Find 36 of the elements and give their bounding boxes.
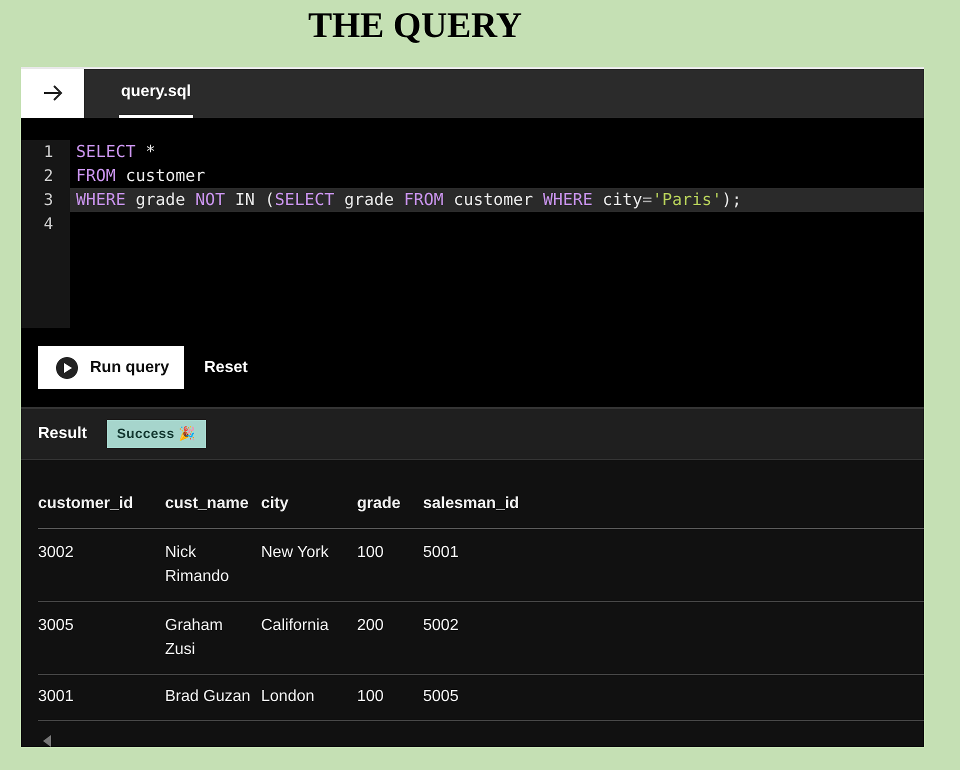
code-line: WHERE grade NOT IN (SELECT grade FROM customer WHERE city='Paris'); [76, 190, 742, 209]
table-cell: Brad Guzan [165, 674, 261, 720]
reset-button[interactable]: Reset [204, 356, 248, 380]
table-cell: 3005 [38, 602, 165, 674]
run-query-button[interactable]: Run query [38, 346, 184, 390]
column-header: city [261, 482, 357, 528]
table-cell: California [261, 602, 357, 674]
status-tag: Success 🎉 [106, 420, 206, 448]
column-header: cust_name [165, 482, 261, 528]
table-cell: London [261, 674, 357, 720]
table-cell: 100 [357, 528, 423, 602]
line-number: 2 [42, 164, 54, 187]
result-label: Result [38, 424, 87, 444]
table-cell: Nick Rimando [165, 528, 261, 602]
code-line: SELECT * [76, 142, 156, 161]
table-cell: Graham Zusi [165, 602, 261, 674]
scroll-left-icon[interactable] [43, 735, 51, 747]
page-heading: THE QUERY [307, 4, 523, 47]
column-header: grade [357, 482, 423, 528]
line-number: 3 [42, 188, 54, 211]
table-cell: 3001 [38, 674, 165, 720]
table-cell: New York [261, 528, 357, 602]
table-cell: 3002 [38, 528, 165, 602]
table-cell: 100 [357, 674, 423, 720]
line-number: 4 [42, 212, 54, 235]
table-cell: 5005 [423, 674, 924, 720]
arrow-button[interactable] [21, 69, 84, 118]
arrow-icon [42, 85, 62, 102]
column-header: customer_id [38, 482, 165, 528]
line-number: 1 [42, 140, 54, 163]
table-cell: 5001 [423, 528, 924, 602]
code-line: FROM customer [76, 166, 206, 185]
table-cell: 5002 [423, 602, 924, 674]
play-icon [56, 356, 78, 379]
column-header: salesman_id [423, 482, 924, 528]
table-cell: 200 [357, 602, 423, 674]
